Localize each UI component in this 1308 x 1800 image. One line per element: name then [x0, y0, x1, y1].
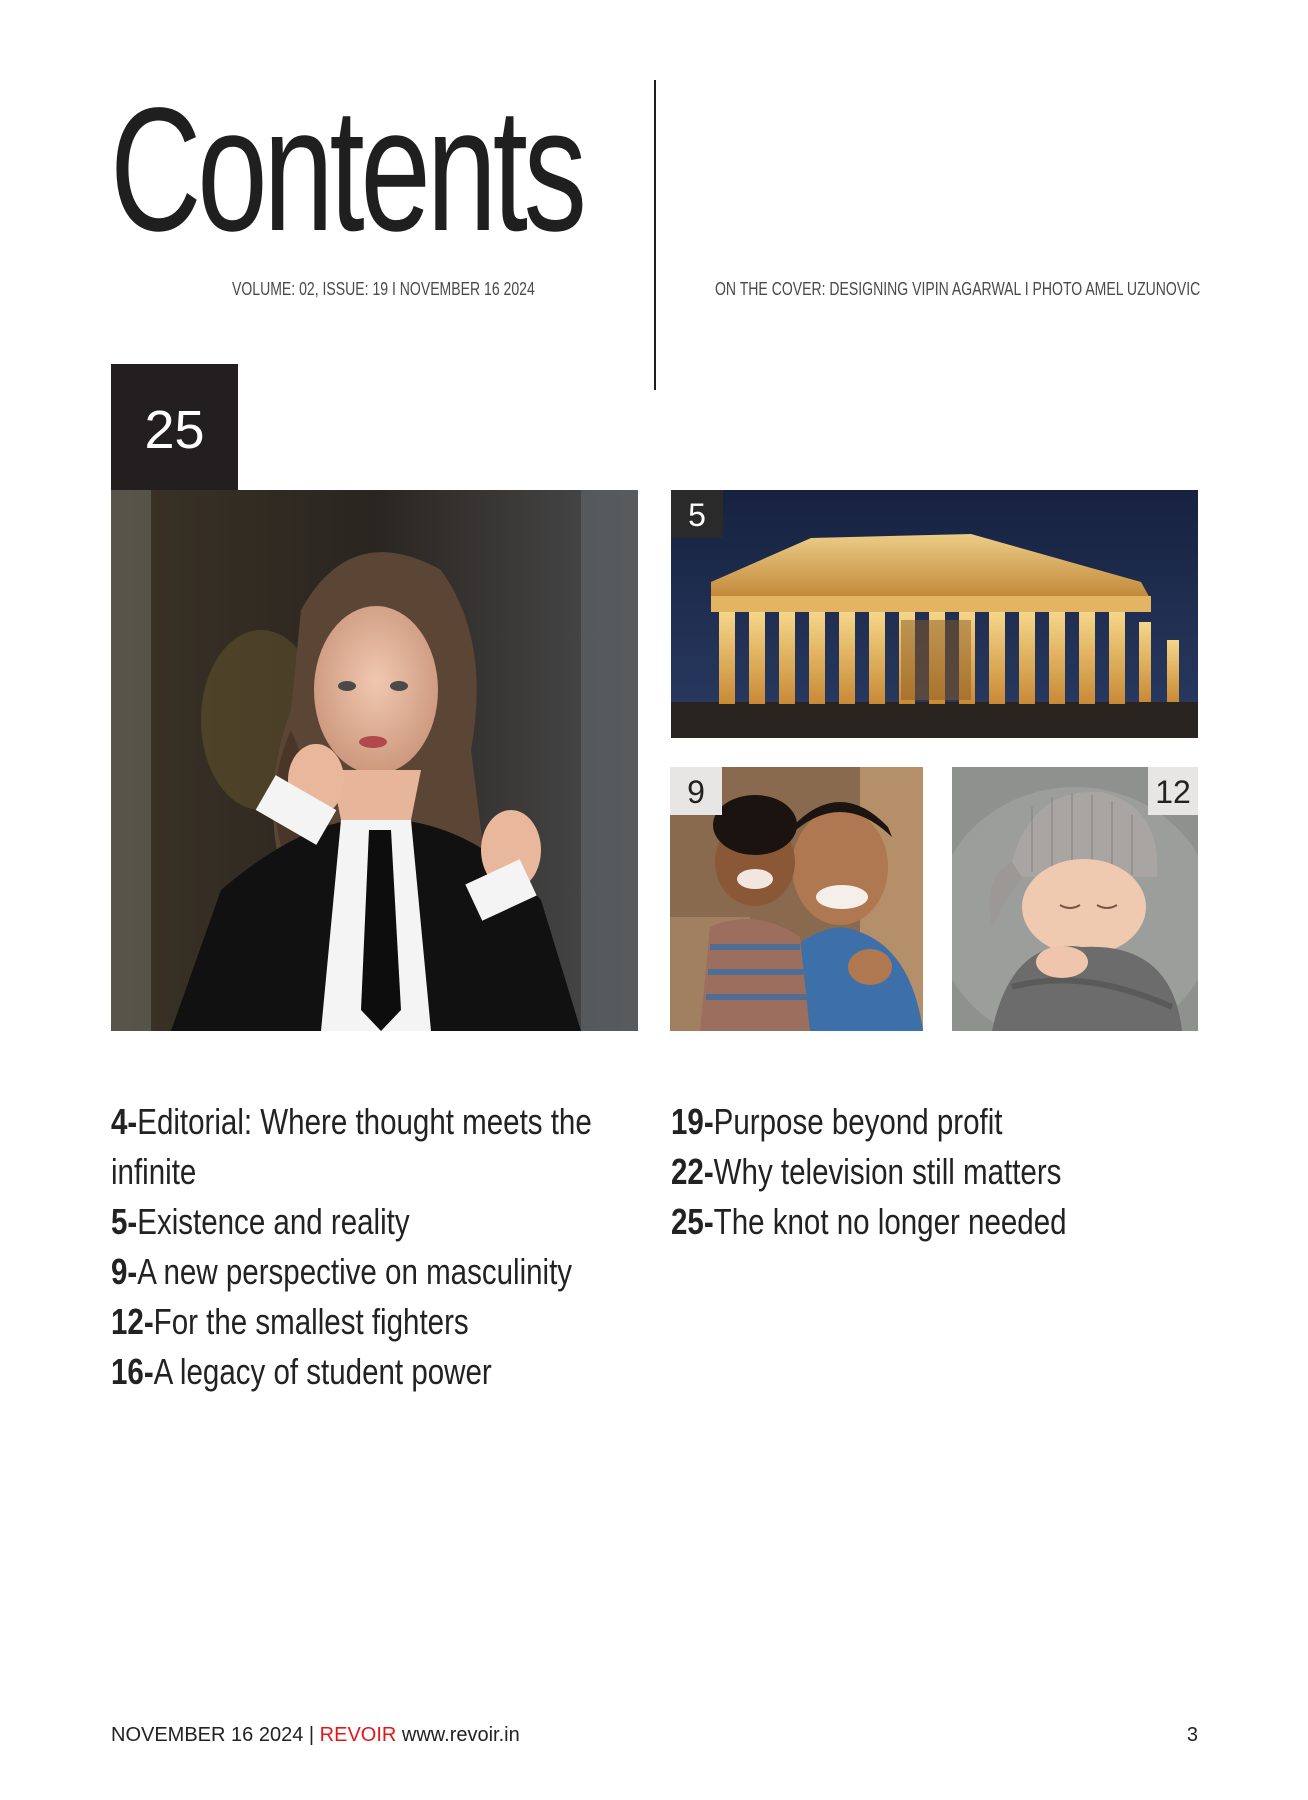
- page-title: Contents: [110, 72, 587, 268]
- footer-date: NOVEMBER 16 2024: [111, 1724, 304, 1746]
- toc-left-column: 4-Editorial: Where thought meets the inf…: [111, 1097, 651, 1397]
- father-child-page-badge: 9: [670, 767, 722, 815]
- cover-photo-woman-in-suit[interactable]: [111, 490, 638, 1031]
- footer-url[interactable]: www.revoir.in: [402, 1724, 520, 1746]
- parthenon-photo[interactable]: [671, 490, 1198, 738]
- toc-item-knot[interactable]: 25-The knot no longer needed: [671, 1197, 1212, 1247]
- toc-item-editorial[interactable]: 4-Editorial: Where thought meets the inf…: [111, 1097, 652, 1197]
- parthenon-photo-image: [671, 490, 1198, 738]
- toc-item-masculinity[interactable]: 9-A new perspective on masculinity: [111, 1247, 652, 1297]
- toc-right-column: 19-Purpose beyond profit 22-Why televisi…: [671, 1097, 1211, 1247]
- toc-item-student-power[interactable]: 16-A legacy of student power: [111, 1347, 652, 1397]
- toc-item-television[interactable]: 22-Why television still matters: [671, 1147, 1212, 1197]
- cover-credit: ON THE COVER: DESIGNING VIPIN AGARWAL I …: [715, 279, 1201, 299]
- issue-line: VOLUME: 02, ISSUE: 19 I NOVEMBER 16 2024: [232, 279, 535, 299]
- toc-item-existence[interactable]: 5-Existence and reality: [111, 1197, 652, 1247]
- woman-photo-image: [111, 490, 638, 1031]
- page-number: 3: [1186, 1724, 1198, 1746]
- toc-item-purpose[interactable]: 19-Purpose beyond profit: [671, 1097, 1212, 1147]
- parthenon-page-badge: 5: [671, 490, 723, 538]
- toc-item-smallest-fighters[interactable]: 12-For the smallest fighters: [111, 1297, 652, 1347]
- header-divider: [654, 80, 656, 390]
- main-photo-page-badge: 25: [111, 364, 238, 491]
- footer-separator: |: [308, 1724, 315, 1746]
- baby-page-badge: 12: [1148, 767, 1198, 815]
- footer-brand: REVOIR: [319, 1724, 397, 1746]
- page-footer: NOVEMBER 16 2024 | REVOIR www.revoir.in: [111, 1724, 520, 1747]
